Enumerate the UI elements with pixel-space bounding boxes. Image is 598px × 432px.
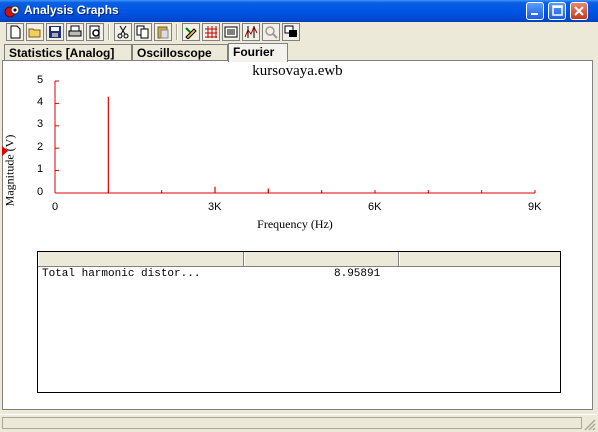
- maximize-button[interactable]: [548, 2, 566, 20]
- paste-icon: [157, 26, 169, 39]
- x-axis-label: Frequency (Hz): [257, 217, 333, 231]
- results-table: Total harmonic distor... 8.95891: [37, 251, 561, 393]
- table-header-cell[interactable]: [38, 252, 244, 266]
- close-icon: [574, 6, 584, 16]
- toggle-legend-button[interactable]: [222, 23, 240, 41]
- zoom-button[interactable]: [262, 23, 280, 41]
- save-icon: [49, 26, 61, 38]
- y-tick-label: 4: [37, 96, 44, 108]
- restore-button[interactable]: [282, 23, 300, 41]
- print-icon: [68, 25, 82, 37]
- y-axis-label: Magnitude (V): [2, 134, 17, 207]
- properties-button[interactable]: [182, 23, 200, 41]
- y-tick-label: 2: [37, 141, 44, 153]
- toggle-grid-icon: [205, 26, 217, 38]
- x-tick-label: 0: [52, 201, 59, 213]
- show-cursors-icon: [244, 25, 258, 38]
- toggle-grid-button[interactable]: [202, 23, 220, 41]
- y-tick-label: 1: [37, 163, 44, 175]
- save-button[interactable]: [46, 23, 64, 41]
- tab-fourier[interactable]: Fourier: [228, 43, 288, 62]
- properties-icon: [185, 27, 197, 39]
- print-button[interactable]: [66, 23, 84, 41]
- cut-icon: [117, 25, 129, 39]
- x-tick-label: 9K: [528, 201, 542, 213]
- paste-button[interactable]: [154, 23, 172, 41]
- window-title: Analysis Graphs: [24, 3, 119, 17]
- close-button[interactable]: [570, 2, 588, 20]
- minimize-icon: [531, 13, 538, 15]
- cut-button[interactable]: [114, 23, 132, 41]
- tab-strip: Statistics [Analog] Oscilloscope Fourier: [0, 43, 598, 62]
- x-tick-label: 6K: [368, 201, 382, 213]
- table-header: [38, 252, 560, 267]
- y-tick-label: 5: [37, 74, 44, 86]
- toolbar: [0, 22, 598, 43]
- analysis-app-icon: [4, 5, 20, 18]
- print-preview-icon: [89, 25, 100, 39]
- y-axis-label-wrapper: Magnitude (V): [3, 125, 17, 215]
- y-tick-label: 3: [37, 118, 44, 130]
- table-cell-value: 8.95891: [334, 268, 381, 280]
- tab-statistics-analog[interactable]: Statistics [Analog]: [4, 44, 132, 61]
- print-preview-button[interactable]: [86, 23, 104, 41]
- resize-grip-icon[interactable]: [584, 419, 596, 431]
- status-cell: [2, 417, 582, 429]
- maximize-icon: [552, 5, 563, 16]
- tab-oscilloscope[interactable]: Oscilloscope: [132, 44, 228, 61]
- y-tick-label: 0: [37, 186, 44, 198]
- table-header-cell[interactable]: [244, 252, 399, 266]
- fourier-panel: kursovaya.ewb Magnitude (V) Frequency (H…: [2, 60, 593, 410]
- status-bar: [0, 414, 598, 432]
- zoom-icon: [265, 26, 278, 39]
- copy-icon: [136, 25, 149, 39]
- cursor-marker-icon[interactable]: [2, 146, 8, 156]
- table-cell-label: Total harmonic distor...: [42, 268, 201, 280]
- new-icon: [10, 25, 21, 39]
- copy-button[interactable]: [134, 23, 152, 41]
- new-button[interactable]: [6, 23, 24, 41]
- title-bar[interactable]: Analysis Graphs: [0, 0, 598, 22]
- minimize-button[interactable]: [526, 2, 544, 20]
- restore-icon: [284, 25, 297, 37]
- show-cursors-button[interactable]: [242, 23, 260, 41]
- x-tick-label: 3K: [208, 201, 222, 213]
- toggle-legend-icon: [224, 26, 238, 38]
- open-button[interactable]: [26, 23, 44, 41]
- open-icon: [28, 28, 41, 38]
- table-header-cell[interactable]: [399, 252, 560, 266]
